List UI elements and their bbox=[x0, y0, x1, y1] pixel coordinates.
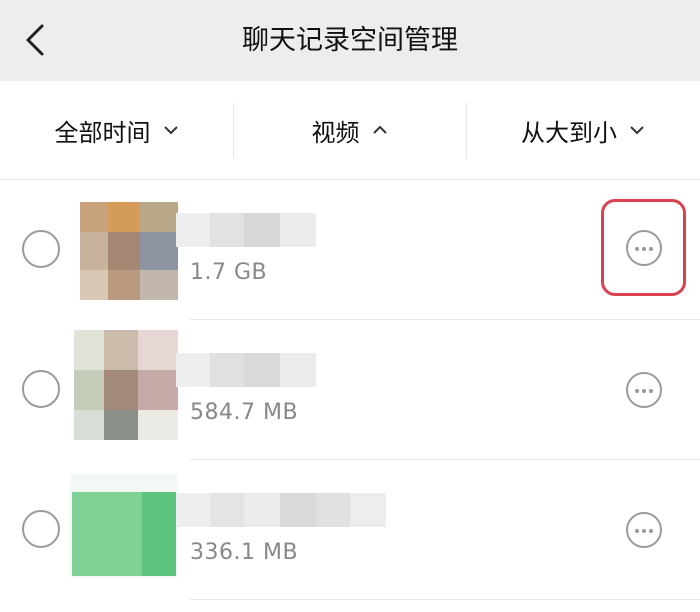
filter-bar: 全部时间 视频 从大到小 bbox=[0, 81, 700, 179]
video-thumbnail bbox=[80, 202, 178, 300]
file-size: 1.7 GB bbox=[190, 260, 268, 285]
page-title: 聊天记录空间管理 bbox=[242, 25, 458, 56]
type-filter-dropdown[interactable]: 视频 bbox=[233, 81, 466, 179]
select-radio[interactable] bbox=[22, 230, 60, 268]
select-radio[interactable] bbox=[22, 370, 60, 408]
list-item[interactable]: 336.1 MB bbox=[0, 460, 700, 600]
more-horizontal-icon[interactable] bbox=[626, 372, 662, 408]
blurred-chat-name bbox=[176, 493, 386, 527]
time-filter-dropdown[interactable]: 全部时间 bbox=[0, 81, 233, 179]
file-size: 584.7 MB bbox=[190, 400, 299, 425]
list-item[interactable]: 1.7 GB bbox=[0, 180, 700, 320]
list-item[interactable]: 584.7 MB bbox=[0, 320, 700, 460]
time-filter-label: 全部时间 bbox=[54, 118, 151, 147]
nav-bar: 聊天记录空间管理 bbox=[0, 0, 700, 81]
more-horizontal-icon[interactable] bbox=[626, 512, 662, 548]
file-size: 336.1 MB bbox=[190, 540, 299, 565]
sort-filter-label: 从大到小 bbox=[521, 118, 617, 147]
chevron-up-icon bbox=[372, 125, 387, 134]
blurred-chat-name bbox=[176, 213, 316, 247]
highlight-box bbox=[601, 199, 686, 296]
select-radio[interactable] bbox=[22, 510, 60, 548]
video-thumbnail bbox=[70, 474, 178, 578]
type-filter-label: 视频 bbox=[311, 118, 360, 147]
chevron-down-icon bbox=[163, 126, 178, 135]
divider bbox=[190, 599, 700, 600]
chevron-down-icon bbox=[630, 126, 644, 135]
sort-filter-dropdown[interactable]: 从大到小 bbox=[466, 81, 700, 179]
blurred-chat-name bbox=[176, 353, 316, 387]
video-thumbnail bbox=[74, 330, 178, 440]
